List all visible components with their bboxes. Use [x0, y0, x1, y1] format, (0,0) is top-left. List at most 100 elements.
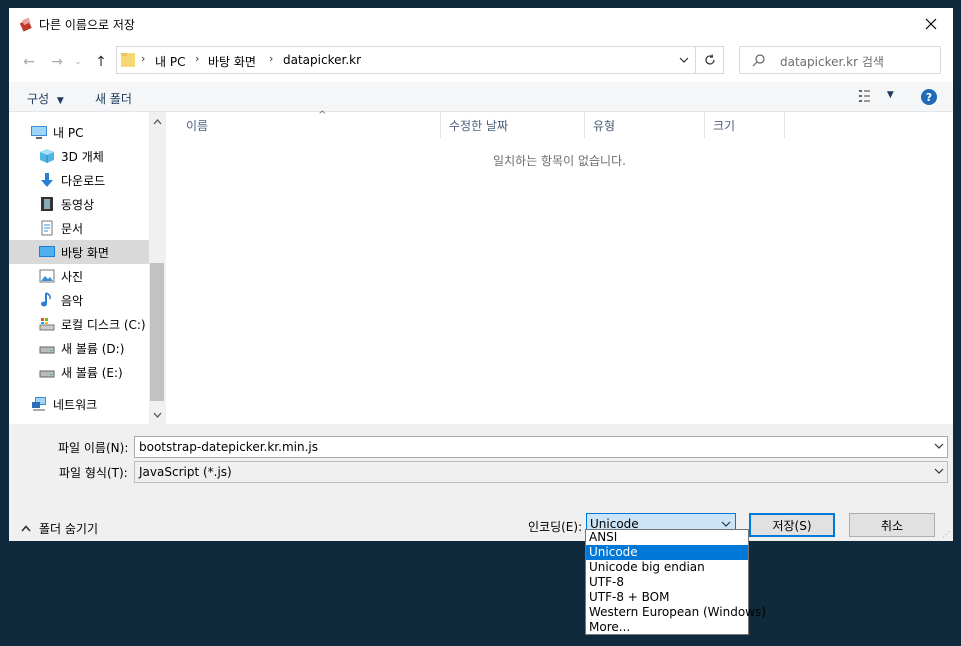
refresh-button[interactable] [696, 46, 724, 74]
chevron-down-icon[interactable] [934, 439, 944, 456]
nav-item-label: 새 볼륨 (E:) [61, 365, 123, 380]
nav-item-label: 문서 [61, 221, 84, 236]
scrollbar-thumb[interactable] [150, 263, 164, 401]
nav-item-music[interactable]: 음악 [9, 288, 165, 312]
column-header-label: 크기 [713, 118, 736, 133]
nav-item-pictures[interactable]: 사진 [9, 264, 165, 288]
encoding-dropdown-list: ANSI Unicode Unicode big endian UTF-8 UT… [585, 529, 766, 635]
encoding-option-unicode-big-endian[interactable]: Unicode big endian [586, 560, 748, 575]
encoding-option-more[interactable]: More... [586, 620, 748, 635]
search-placeholder: datapicker.kr 검색 [780, 55, 884, 69]
nav-item-label: 3D 개체 [61, 149, 104, 164]
arrow-right-icon: → [51, 54, 63, 70]
encoding-option-ansi[interactable]: ANSI [586, 530, 748, 545]
view-options-button[interactable]: ▼ [859, 89, 894, 106]
sort-ascending-icon: ^ [318, 110, 327, 121]
recent-locations-button[interactable]: ⌄ [71, 52, 85, 72]
organize-button[interactable]: 구성 ▼ [27, 90, 64, 107]
folder-icon [121, 52, 135, 68]
drive-icon [39, 340, 55, 356]
drive-icon [39, 364, 55, 380]
details-view-icon [859, 90, 870, 102]
filename-label: 파일 이름(N): [58, 441, 129, 455]
breadcrumb-this-pc[interactable]: 내 PC [155, 53, 185, 70]
nav-pane-scrollbar[interactable] [149, 112, 165, 424]
chevron-down-icon [934, 464, 944, 481]
save-button[interactable]: 저장(S) [749, 513, 835, 537]
nav-item-label: 사진 [61, 269, 84, 284]
music-note-icon [39, 292, 55, 308]
new-folder-button[interactable]: 새 폴더 [95, 90, 132, 107]
filetype-label: 파일 형식(T): [59, 466, 128, 480]
breadcrumb-current-folder[interactable]: datapicker.kr [283, 53, 361, 67]
arrow-up-icon: ↑ [95, 54, 107, 70]
chevron-down-icon: ▼ [56, 96, 64, 106]
breadcrumb-desktop[interactable]: 바탕 화면 [208, 53, 256, 70]
nav-item-videos[interactable]: 동영상 [9, 192, 165, 216]
column-header-name[interactable]: 이름 ^ [178, 110, 441, 138]
close-icon [925, 18, 937, 30]
back-button[interactable]: ← [19, 52, 39, 72]
nav-item-volume-e[interactable]: 새 볼륨 (E:) [9, 360, 165, 384]
search-icon [752, 53, 766, 70]
encoding-option-unicode[interactable]: Unicode [586, 545, 748, 560]
nav-item-label: 다운로드 [61, 173, 106, 188]
nav-item-volume-d[interactable]: 새 볼륨 (D:) [9, 336, 165, 360]
download-arrow-icon [39, 172, 55, 188]
address-bar[interactable]: › 내 PC › 바탕 화면 › datapicker.kr [116, 46, 696, 74]
encoding-option-utf8-bom[interactable]: UTF-8 + BOM [586, 590, 748, 605]
search-box[interactable]: datapicker.kr 검색 [739, 46, 941, 74]
desktop-icon [39, 244, 55, 260]
breadcrumb-separator-icon: › [195, 52, 200, 65]
filetype-select[interactable]: JavaScript (*.js) [134, 461, 948, 483]
encoding-option-utf8[interactable]: UTF-8 [586, 575, 748, 590]
up-button[interactable]: ↑ [91, 52, 111, 72]
empty-folder-message: 일치하는 항목이 없습니다. [493, 154, 626, 168]
forward-button[interactable]: → [47, 52, 67, 72]
resize-grip-icon[interactable]: ⋰ [942, 530, 950, 539]
address-history-button[interactable] [673, 47, 695, 73]
nav-item-label: 바탕 화면 [61, 245, 109, 260]
cancel-button[interactable]: 취소 [849, 513, 935, 537]
column-header-size[interactable]: 크기 [705, 112, 785, 138]
nav-item-desktop[interactable]: 바탕 화면 [9, 240, 149, 264]
nav-item-local-disk-c[interactable]: 로컬 디스크 (C:) [9, 312, 165, 336]
nav-item-network[interactable]: 네트워크 [9, 392, 165, 416]
save-as-dialog: 다른 이름으로 저장 ← → ⌄ ↑ › 내 PC › 바탕 화면 › data… [9, 8, 953, 541]
command-toolbar: 구성 ▼ 새 폴더 ▼ ? [9, 82, 953, 112]
nav-item-label: 음악 [61, 293, 84, 308]
breadcrumb-separator-icon: › [269, 52, 274, 65]
hide-folders-button[interactable]: 폴더 숨기기 [21, 520, 98, 537]
close-button[interactable] [909, 8, 953, 40]
nav-item-downloads[interactable]: 다운로드 [9, 168, 165, 192]
title-bar: 다른 이름으로 저장 [9, 8, 953, 40]
encoding-label: 인코딩(E): [528, 520, 583, 534]
column-header-date-modified[interactable]: 수정한 날짜 [441, 112, 585, 138]
nav-item-label: 로컬 디스크 (C:) [61, 317, 146, 332]
nav-item-documents[interactable]: 문서 [9, 216, 165, 240]
notepad-app-icon [18, 16, 34, 32]
film-icon [39, 196, 55, 212]
computer-icon [31, 124, 47, 140]
chevron-down-icon: ▼ [886, 90, 894, 100]
local-disk-icon [39, 316, 55, 332]
nav-item-this-pc[interactable]: 내 PC [9, 120, 165, 144]
column-header-label: 유형 [593, 118, 616, 133]
help-icon[interactable]: ? [921, 89, 937, 105]
network-icon [31, 396, 47, 412]
filename-value: bootstrap-datepicker.kr.min.js [139, 440, 318, 454]
nav-item-3d-objects[interactable]: 3D 개체 [9, 144, 165, 168]
document-icon [39, 220, 55, 236]
picture-icon [39, 268, 55, 284]
encoding-option-western-european[interactable]: Western European (Windows) [586, 605, 766, 620]
window-title: 다른 이름으로 저장 [39, 18, 135, 32]
hide-folders-label: 폴더 숨기기 [39, 522, 99, 536]
nav-item-label: 동영상 [61, 197, 95, 212]
filename-input[interactable]: bootstrap-datepicker.kr.min.js [134, 436, 948, 458]
chevron-up-icon[interactable] [149, 114, 165, 130]
column-header-label: 수정한 날짜 [449, 118, 509, 133]
refresh-icon [704, 54, 715, 65]
chevron-down-icon [679, 57, 689, 63]
column-header-type[interactable]: 유형 [585, 112, 705, 138]
chevron-down-icon[interactable] [149, 407, 165, 423]
